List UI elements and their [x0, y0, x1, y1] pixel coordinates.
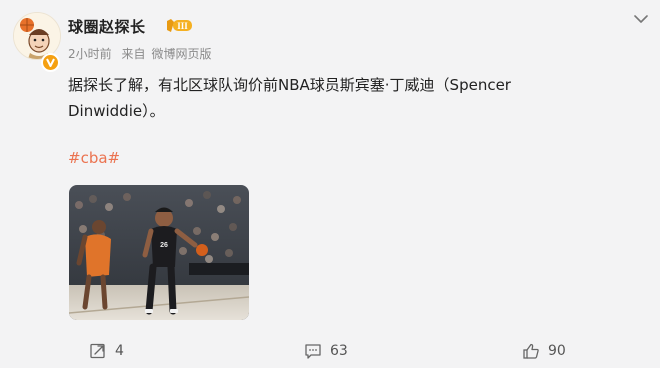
- like-icon: [522, 342, 540, 360]
- comment-icon: [304, 342, 322, 360]
- post-time[interactable]: 2小时前: [68, 47, 112, 61]
- post-meta: 2小时前 来自 微博网页版: [68, 45, 218, 62]
- hashtag-link[interactable]: #cba#: [68, 149, 120, 167]
- like-count: 90: [548, 343, 566, 359]
- post-source[interactable]: 微博网页版: [151, 47, 211, 61]
- repost-button[interactable]: 4: [89, 340, 124, 362]
- repost-icon: [89, 342, 107, 360]
- jersey-number: 26: [160, 242, 168, 249]
- username[interactable]: 球圈赵探长: [68, 16, 146, 37]
- chevron-down-icon[interactable]: [633, 12, 649, 26]
- repost-count: 4: [115, 343, 124, 359]
- weibo-post-card: 球圈赵探长 III 2小时前 来自 微博网页版 据探长了解，有北区球队询价前NBA…: [0, 0, 660, 368]
- avatar-illustration: [14, 13, 60, 59]
- post-photo[interactable]: 26: [69, 185, 249, 320]
- comment-count: 63: [330, 343, 348, 359]
- post-content: 据探长了解，有北区球队询价前NBA球员斯宾塞·丁威迪（Spencer Dinwi…: [68, 76, 511, 120]
- level-badge-text: III: [177, 21, 188, 31]
- source-prefix: 来自: [121, 47, 146, 61]
- like-button[interactable]: 90: [522, 340, 566, 362]
- comment-button[interactable]: 63: [304, 340, 348, 362]
- level-badge-icon[interactable]: III: [165, 18, 193, 33]
- verified-icon: [41, 53, 60, 72]
